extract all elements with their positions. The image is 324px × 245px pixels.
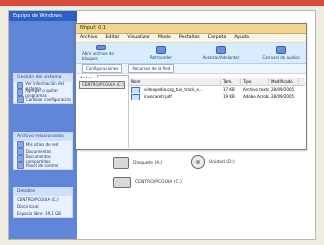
drive-label: Disquete (A:) [133, 160, 163, 166]
app-title: Nhpuf: 0.1 [80, 25, 107, 31]
detail-line: Disco local [17, 204, 39, 209]
file-row[interactable]: invocaretr.pdf 19 KB Adobe Acrobat D... … [129, 93, 305, 100]
network-icon [17, 141, 24, 148]
task-icon [17, 89, 24, 96]
panel-other-places: Archivo relacionados Mis sitios de red D… [13, 132, 73, 170]
shared-folder-icon [17, 155, 24, 162]
app-menubar: Archivo Editar Visualizar Modo Pestañas … [76, 34, 306, 43]
panel-header: Detalles [14, 188, 72, 196]
task-icon [17, 96, 24, 103]
column-header[interactable]: Modificado [269, 78, 299, 85]
drive-label: Unidad (D:) [209, 159, 235, 165]
subtoolbar-button[interactable]: Recursos de la Red [128, 64, 175, 73]
pdf-file-icon [131, 93, 140, 100]
app-toolbar: Abrir archivo de bloques Retroceder Avan… [76, 43, 306, 64]
file-type-cell: Archivo texto L... [243, 87, 269, 92]
file-name-cell: invocaretr.pdf [129, 93, 221, 100]
toolbar-button[interactable]: Avanzar/Adelantar [202, 45, 240, 61]
menu-item[interactable]: Carpeta [208, 34, 227, 42]
control-panel-icon [17, 162, 24, 169]
toolbar-button[interactable]: Carrusel de audios [262, 45, 300, 61]
column-header[interactable]: Tam. [221, 78, 241, 85]
column-header[interactable]: Nom [129, 78, 221, 85]
drive-cd[interactable]: Unidad (D:) [191, 155, 235, 169]
file-list-header: Nom Tam. Tipo Modificado [129, 78, 305, 86]
panel-item[interactable]: Documentos compartidos [14, 154, 72, 164]
windows-xp-screen: Equipo de Windows Gestión del sistema Ve… [8, 10, 316, 240]
audio-icon [276, 46, 286, 54]
file-size-cell: 17 KB [223, 87, 235, 92]
file-name-cell: videopedia.org_tux_track_x... [129, 86, 221, 93]
app-subtoolbar: Configuraciones Recursos de la Red [76, 64, 306, 74]
file-type-cell: Adobe Acrobat D... [243, 94, 269, 99]
panel-header: Archivo relacionados [14, 133, 72, 141]
menu-item[interactable]: Visualizar [127, 34, 150, 42]
magazine-header-bar [0, 0, 324, 6]
file-modified-cell: 28/09/2005 [271, 94, 295, 99]
panel-item[interactable]: Agregar o quitar programas [14, 88, 72, 98]
file-row[interactable]: videopedia.org_tux_track_x... 17 KB Arch… [129, 86, 305, 93]
file-size-cell: 19 KB [223, 94, 235, 99]
task-icon [17, 82, 24, 89]
app-titlebar[interactable]: Nhpuf: 0.1 [76, 24, 306, 34]
menu-item[interactable]: Archivo [80, 34, 98, 42]
detail-line: Espacio libre: 39,1 GB [17, 211, 62, 216]
drive-floppy[interactable]: Disquete (A:) [113, 157, 163, 169]
menu-item[interactable]: Ayuda [234, 34, 248, 42]
panel-details: Detalles CENTRO/PCGUIA (C:) Disco local … [13, 187, 73, 218]
drive-hard[interactable]: CENTRO/PCGUIA (C:) [113, 177, 182, 188]
panel-item[interactable]: Mis sitios de red [14, 141, 72, 148]
menu-item[interactable]: Editar [106, 34, 120, 42]
toolbar-button[interactable]: Retroceder [142, 45, 180, 61]
folder-icon [17, 148, 24, 155]
floppy-drive-icon [113, 157, 129, 169]
subtoolbar-button[interactable]: Configuraciones [82, 64, 123, 73]
back-icon [156, 46, 166, 54]
explorer-sidebar: Equipo de Windows Gestión del sistema Ve… [9, 11, 77, 239]
detail-line: CENTRO/PCGUIA (C:) [17, 197, 59, 202]
cd-drive-icon [191, 155, 205, 169]
forward-icon [216, 46, 226, 54]
folder-tree: CENTRO/PCGUIA (C:) [76, 78, 129, 148]
file-modified-cell: 28/09/2005 [271, 87, 295, 92]
photo-frame: Equipo de Windows Gestión del sistema Ve… [0, 0, 324, 245]
column-header[interactable]: Tipo [241, 78, 269, 85]
sidebar-window-title: Equipo de Windows [9, 11, 77, 21]
panel-item[interactable]: Cambiar configuración [14, 96, 72, 103]
toolbar-button[interactable]: Abrir archivo de bloques [82, 45, 120, 61]
panel-system-tasks: Gestión del sistema Ver información del … [13, 73, 73, 104]
file-list: Nom Tam. Tipo Modificado videopedia.org_… [129, 78, 305, 148]
menu-item[interactable]: Pestañas [179, 34, 200, 42]
file-manager-window: Nhpuf: 0.1 Archivo Editar Visualizar Mod… [75, 23, 307, 150]
open-icon [96, 45, 106, 50]
hard-drive-icon [113, 177, 131, 188]
tree-node[interactable]: CENTRO/PCGUIA (C:) [79, 81, 125, 89]
drive-label: CENTRO/PCGUIA (C:) [135, 180, 182, 185]
menu-item[interactable]: Modo [158, 34, 171, 42]
